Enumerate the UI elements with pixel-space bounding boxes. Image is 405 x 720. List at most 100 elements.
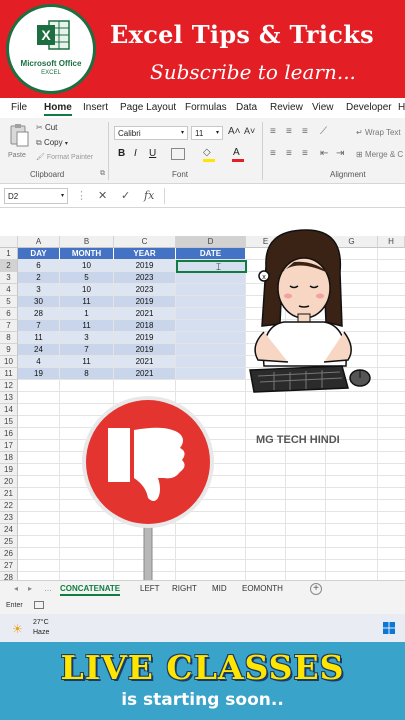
grow-font-button[interactable]: A˄	[228, 126, 241, 137]
row-header[interactable]: 27	[0, 560, 18, 572]
row-header[interactable]: 17	[0, 440, 18, 452]
table-cell[interactable]: 10	[60, 284, 114, 296]
row-header[interactable]: 18	[0, 452, 18, 464]
tab-insert[interactable]: Insert	[83, 102, 108, 113]
outdent-icon[interactable]: ⇥	[336, 148, 344, 159]
empty-cell[interactable]	[18, 500, 60, 512]
merge-center-button[interactable]: ⊞ Merge & C	[356, 150, 403, 159]
underline-button[interactable]: U	[149, 148, 156, 159]
table-cell[interactable]: 4	[18, 356, 60, 368]
column-header-b[interactable]: B	[60, 236, 114, 248]
font-name-select[interactable]: Calibri ▾	[114, 126, 188, 140]
table-cell[interactable]: 2023	[114, 272, 176, 284]
row-header[interactable]: 28	[0, 572, 18, 580]
row-header[interactable]: 21	[0, 488, 18, 500]
font-size-select[interactable]: 11 ▾	[191, 126, 223, 140]
align-right-icon[interactable]: ≡	[302, 148, 308, 159]
table-cell[interactable]: 2021	[114, 356, 176, 368]
column-header-a[interactable]: A	[18, 236, 60, 248]
empty-cell[interactable]	[18, 404, 60, 416]
table-cell[interactable]: 7	[60, 344, 114, 356]
table-cell[interactable]	[176, 284, 246, 296]
table-cell[interactable]: 2019	[114, 260, 176, 272]
align-center-icon[interactable]: ≡	[286, 148, 292, 159]
empty-cell[interactable]	[18, 560, 60, 572]
table-cell[interactable]: 30	[18, 296, 60, 308]
row-header[interactable]: 25	[0, 536, 18, 548]
table-header-cell[interactable]: MONTH	[60, 248, 114, 260]
column-header-d[interactable]: D	[176, 236, 246, 248]
formula-input[interactable]	[164, 188, 404, 204]
tab-home[interactable]: Home	[44, 102, 72, 116]
empty-cell[interactable]	[18, 524, 60, 536]
table-cell[interactable]: 2019	[114, 344, 176, 356]
empty-cell[interactable]	[18, 548, 60, 560]
empty-cell[interactable]	[18, 416, 60, 428]
table-cell[interactable]: 8	[60, 368, 114, 380]
row-header[interactable]: 3	[0, 272, 18, 284]
row-header[interactable]: 23	[0, 512, 18, 524]
tab-file[interactable]: File	[11, 102, 27, 113]
row-header[interactable]: 10	[0, 356, 18, 368]
format-painter-button[interactable]: 🖌 Format Painter	[36, 153, 93, 161]
enter-icon[interactable]: ✓	[121, 189, 130, 202]
bold-button[interactable]: B	[118, 148, 125, 159]
empty-cell[interactable]	[18, 428, 60, 440]
row-header[interactable]: 8	[0, 332, 18, 344]
table-cell[interactable]	[176, 356, 246, 368]
table-cell[interactable]	[176, 344, 246, 356]
row-header[interactable]: 14	[0, 404, 18, 416]
font-color-icon[interactable]: A	[233, 147, 240, 158]
tab-developer[interactable]: Developer	[346, 102, 392, 113]
select-all-corner[interactable]	[0, 236, 18, 248]
empty-cell[interactable]	[18, 440, 60, 452]
more-sheets-icon[interactable]: …	[44, 584, 52, 593]
row-header[interactable]: 22	[0, 500, 18, 512]
table-cell[interactable]: 2019	[114, 296, 176, 308]
table-cell[interactable]: 3	[18, 284, 60, 296]
table-cell[interactable]: 24	[18, 344, 60, 356]
borders-icon[interactable]	[171, 148, 185, 160]
row-header[interactable]: 12	[0, 380, 18, 392]
tab-formulas[interactable]: Formulas	[185, 102, 227, 113]
table-cell[interactable]: 1	[60, 308, 114, 320]
table-header-cell[interactable]: DATE	[176, 248, 246, 260]
table-cell[interactable]	[176, 272, 246, 284]
tab-help[interactable]: H	[398, 102, 405, 113]
indent-icon[interactable]: ⇤	[320, 148, 328, 159]
row-header[interactable]: 16	[0, 428, 18, 440]
empty-cell[interactable]	[18, 392, 60, 404]
empty-cell[interactable]	[114, 380, 176, 392]
windows-start-icon[interactable]	[383, 622, 395, 634]
table-cell[interactable]: 3	[60, 332, 114, 344]
table-cell[interactable]: 2021	[114, 368, 176, 380]
tab-data[interactable]: Data	[236, 102, 257, 113]
italic-button[interactable]: I	[134, 148, 137, 159]
align-top-icon[interactable]: ≡	[270, 126, 276, 137]
row-header[interactable]: 24	[0, 524, 18, 536]
table-cell[interactable]: 11	[60, 356, 114, 368]
empty-cell[interactable]	[18, 572, 60, 580]
row-header[interactable]: 1	[0, 248, 18, 260]
table-cell[interactable]: 11	[18, 332, 60, 344]
align-left-icon[interactable]: ≡	[270, 148, 276, 159]
column-header-h[interactable]: H	[378, 236, 405, 248]
table-cell[interactable]	[176, 296, 246, 308]
cut-button[interactable]: ✂ Cut	[36, 123, 57, 132]
table-cell[interactable]: 11	[60, 320, 114, 332]
fill-color-icon[interactable]: ◇	[203, 147, 211, 158]
row-header[interactable]: 2	[0, 260, 18, 272]
empty-cell[interactable]	[18, 380, 60, 392]
table-cell[interactable]	[176, 308, 246, 320]
table-cell[interactable]: 10	[60, 260, 114, 272]
row-header[interactable]: 11	[0, 368, 18, 380]
accessibility-icon[interactable]	[34, 601, 44, 609]
orientation-icon[interactable]: ⟋	[320, 126, 327, 137]
copy-button[interactable]: ⧉ Copy ▾	[36, 138, 68, 148]
table-cell[interactable]: 5	[60, 272, 114, 284]
dialog-launcher-icon[interactable]: ⧉	[100, 170, 105, 178]
table-cell[interactable]: 2021	[114, 308, 176, 320]
scroll-left-icon[interactable]: ◂	[14, 584, 18, 593]
weather-icon[interactable]: ☀	[12, 622, 23, 636]
sheet-add-icon[interactable]: +	[310, 583, 322, 595]
